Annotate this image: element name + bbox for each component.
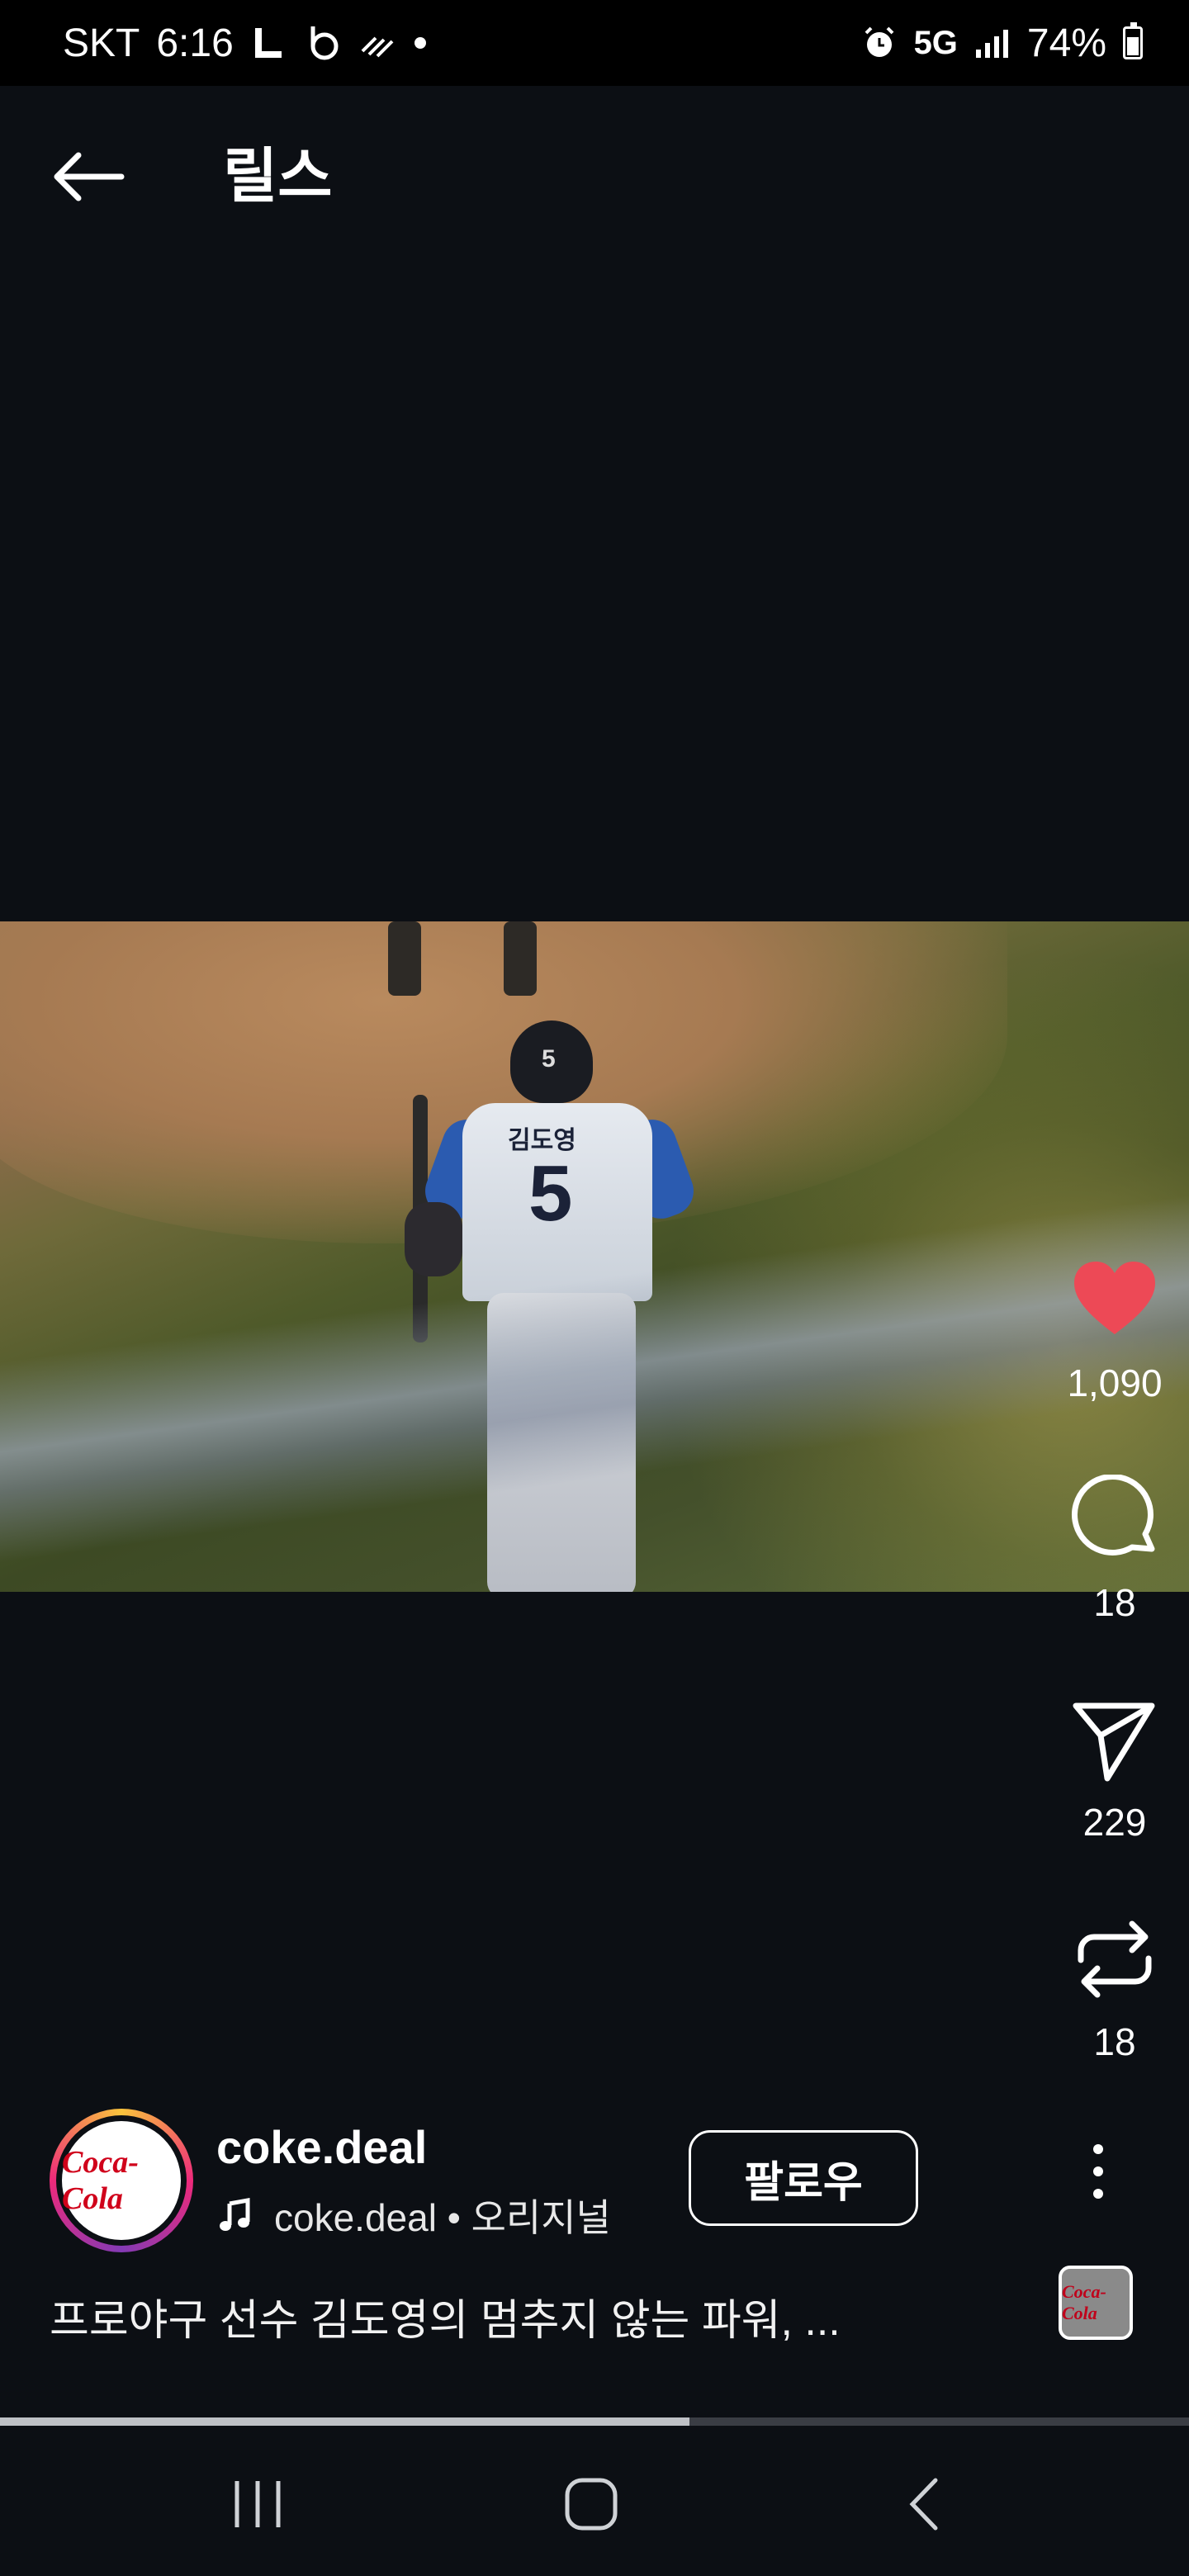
status-right: 5G 74%	[861, 21, 1143, 66]
music-note-icon	[220, 2198, 250, 2231]
remix-count: 18	[1093, 2020, 1136, 2063]
chevron-left-icon	[909, 2478, 938, 2531]
battery-percent: 74%	[1026, 21, 1106, 65]
comment-count: 18	[1093, 1581, 1136, 1624]
heart-icon[interactable]	[1069, 1255, 1160, 1346]
reels-header: 릴스	[0, 86, 1189, 263]
video-progress-fill	[0, 2417, 690, 2426]
avatar[interactable]: Coca-Cola	[50, 2109, 193, 2252]
signal-bars-icon	[974, 26, 1011, 59]
like-count: 1,090	[1067, 1361, 1163, 1404]
coca-cola-logo: Coca-Cola	[62, 2145, 139, 2216]
recents-icon	[234, 2481, 281, 2527]
status-bar: SKT 6:16 5G 74%	[0, 0, 1189, 86]
comment-action: 18	[1040, 1475, 1189, 1625]
author-row: Coca-Cola coke.deal coke.deal • 오리지널 팔로우	[50, 2109, 1123, 2257]
battery-icon	[1123, 22, 1143, 59]
repost-icon[interactable]	[1069, 1914, 1160, 2005]
5g-icon: 5G	[913, 24, 958, 61]
page-title: 릴스	[223, 144, 333, 210]
back-button[interactable]	[46, 135, 129, 218]
notification-dot-icon	[412, 35, 429, 51]
video-progress-bar[interactable]	[0, 2417, 1189, 2426]
like-action: 1,090	[1040, 1255, 1189, 1405]
umpire-legs	[388, 921, 553, 1004]
jersey-number: 5	[528, 1149, 573, 1238]
audio-thumbnail[interactable]: Coca-Cola	[1059, 2266, 1133, 2340]
carrier-label: SKT	[63, 21, 140, 65]
glove	[405, 1202, 462, 1276]
more-vertical-icon	[1093, 2144, 1103, 2199]
system-back-button[interactable]	[859, 2459, 991, 2550]
recent-apps-button[interactable]	[192, 2459, 324, 2550]
reel-video[interactable]: 5 김도영 5	[0, 921, 1189, 1592]
coca-cola-logo: Coca-Cola	[1062, 2281, 1106, 2323]
status-left: SKT 6:16	[63, 21, 429, 66]
share-action: 229	[1040, 1694, 1189, 1844]
audio-label: coke.deal • 오리지널	[274, 2196, 611, 2239]
home-icon	[565, 2478, 618, 2531]
share-count: 229	[1082, 1801, 1147, 1844]
more-options-button[interactable]	[1057, 2130, 1139, 2213]
remix-action: 18	[1040, 1914, 1189, 2064]
helmet-number: 5	[542, 1045, 556, 1073]
follow-button[interactable]: 팔로우	[689, 2130, 918, 2226]
username[interactable]: coke.deal	[216, 2120, 427, 2174]
alarm-icon	[861, 25, 898, 61]
home-button[interactable]	[525, 2459, 657, 2550]
audio-attribution[interactable]: coke.deal • 오리지널	[216, 2188, 611, 2242]
caption[interactable]: 프로야구 선수 김도영의 멈추지 않는 파워, ...	[50, 2285, 941, 2347]
comment-icon[interactable]	[1069, 1475, 1160, 1565]
clock: 6:16	[156, 21, 234, 65]
l-app-icon	[250, 25, 287, 61]
system-nav-bar	[0, 2426, 1189, 2576]
send-icon[interactable]	[1069, 1694, 1160, 1785]
arrow-left-icon	[54, 152, 125, 201]
b-app-icon	[303, 23, 343, 63]
signal-waves-icon	[359, 26, 396, 59]
